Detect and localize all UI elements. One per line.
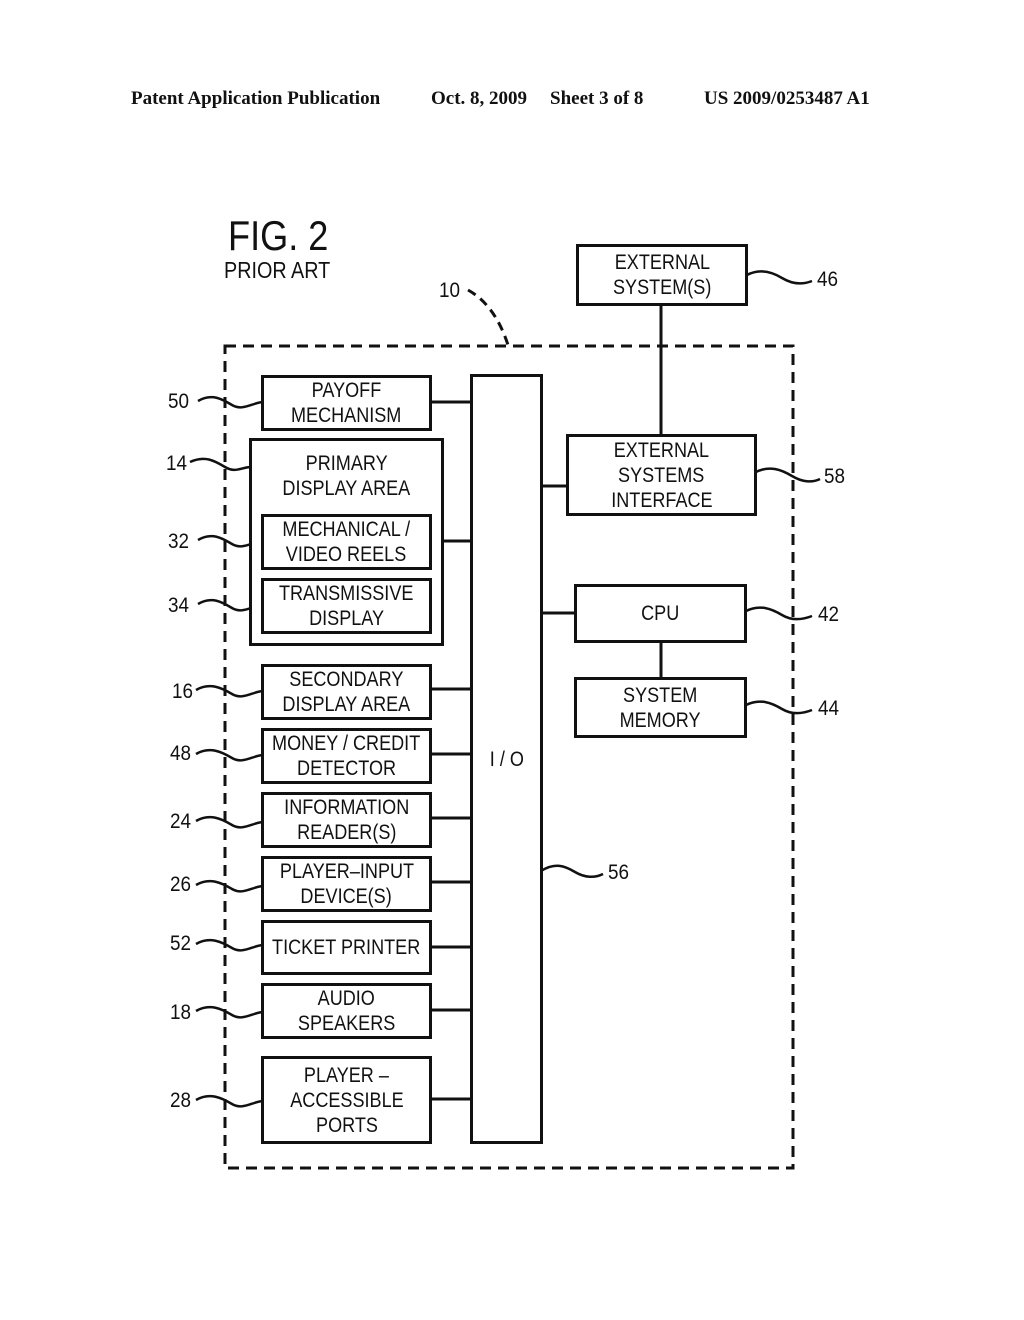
player-input-box: PLAYER–INPUT DEVICE(S)	[261, 856, 432, 912]
ref-18: 18	[170, 1001, 192, 1024]
transmissive-display-box: TRANSMISSIVE DISPLAY	[261, 578, 432, 634]
ref-52: 52	[170, 932, 192, 955]
io-label: I / O	[489, 747, 524, 771]
input-line2: DEVICE(S)	[300, 885, 393, 908]
cpu-label: CPU	[641, 602, 680, 625]
primary-line1: PRIMARY	[305, 452, 388, 475]
leader-42	[745, 606, 813, 621]
leader-24	[195, 815, 263, 829]
ext-systems-line2: SYSTEM(S)	[612, 276, 712, 299]
ports-line3: PORTS	[315, 1113, 378, 1137]
ref-48: 48	[170, 742, 192, 765]
leader-10	[467, 288, 510, 346]
ref-32: 32	[168, 530, 190, 553]
ref-56: 56	[608, 861, 630, 884]
primary-line2: DISPLAY AREA	[282, 477, 411, 500]
leader-44	[745, 700, 813, 715]
transmissive-line2: DISPLAY	[309, 607, 384, 630]
system-memory-box: SYSTEM MEMORY	[574, 677, 747, 738]
ref-24: 24	[170, 810, 192, 833]
payoff-mechanism-box: PAYOFF MECHANISM	[261, 375, 432, 431]
payoff-line1: PAYOFF	[311, 379, 382, 402]
ref-28: 28	[170, 1089, 192, 1112]
reels-line2: VIDEO REELS	[286, 543, 407, 566]
secondary-display-box: SECONDARY DISPLAY AREA	[261, 664, 432, 720]
player-accessible-ports-box: PLAYER – ACCESSIBLE PORTS	[261, 1056, 432, 1144]
ref-16: 16	[172, 680, 194, 703]
ref-42: 42	[818, 603, 840, 626]
audio-line1: AUDIO	[317, 987, 376, 1010]
external-systems-box: EXTERNAL SYSTEM(S)	[576, 244, 748, 306]
leader-52	[195, 938, 263, 952]
audio-speakers-box: AUDIO SPEAKERS	[261, 983, 432, 1039]
external-systems-interface-box: EXTERNAL SYSTEMS INTERFACE	[566, 434, 757, 516]
transmissive-line1: TRANSMISSIVE	[279, 582, 414, 605]
io-bus-box: I / O	[470, 374, 543, 1144]
reels-box: MECHANICAL / VIDEO REELS	[261, 514, 432, 570]
ref-58: 58	[824, 465, 846, 488]
reels-line1: MECHANICAL /	[282, 518, 411, 541]
leader-58	[755, 467, 821, 483]
leader-56	[540, 864, 604, 878]
leader-46	[746, 270, 813, 285]
ports-line2: ACCESSIBLE	[289, 1088, 404, 1112]
memory-line1: SYSTEM	[623, 683, 698, 707]
ref-26: 26	[170, 873, 192, 896]
info-line2: READER(S)	[296, 821, 397, 844]
printer-line1: TICKET PRINTER	[272, 936, 421, 959]
audio-line2: SPEAKERS	[297, 1012, 396, 1035]
ext-interface-line1: EXTERNAL	[613, 438, 710, 462]
leader-48	[195, 748, 263, 762]
money-line1: MONEY / CREDIT	[272, 732, 421, 755]
ref-50: 50	[168, 390, 190, 413]
leader-14	[189, 457, 251, 472]
memory-line2: MEMORY	[620, 708, 701, 732]
payoff-line2: MECHANISM	[291, 404, 402, 427]
input-line1: PLAYER–INPUT	[279, 860, 414, 883]
leader-26	[195, 879, 263, 893]
info-line1: INFORMATION	[283, 796, 410, 819]
secondary-line1: SECONDARY	[289, 668, 404, 691]
ref-44: 44	[818, 697, 840, 720]
information-reader-box: INFORMATION READER(S)	[261, 792, 432, 848]
ext-interface-line3: INTERFACE	[610, 488, 713, 512]
leader-16	[195, 684, 263, 698]
leader-50	[197, 395, 263, 409]
ports-line1: PLAYER –	[303, 1063, 389, 1087]
ext-systems-line1: EXTERNAL	[614, 251, 710, 274]
money-line2: DETECTOR	[296, 757, 397, 780]
ref-46: 46	[817, 268, 839, 291]
ref-34: 34	[168, 594, 190, 617]
cpu-box: CPU	[574, 584, 747, 643]
leader-28	[195, 1094, 263, 1108]
leader-18	[195, 1005, 263, 1019]
ext-interface-line2: SYSTEMS	[618, 463, 705, 487]
secondary-line2: DISPLAY AREA	[282, 693, 411, 716]
ticket-printer-box: TICKET PRINTER	[261, 920, 432, 975]
money-credit-detector-box: MONEY / CREDIT DETECTOR	[261, 728, 432, 784]
ref-14: 14	[166, 452, 188, 475]
